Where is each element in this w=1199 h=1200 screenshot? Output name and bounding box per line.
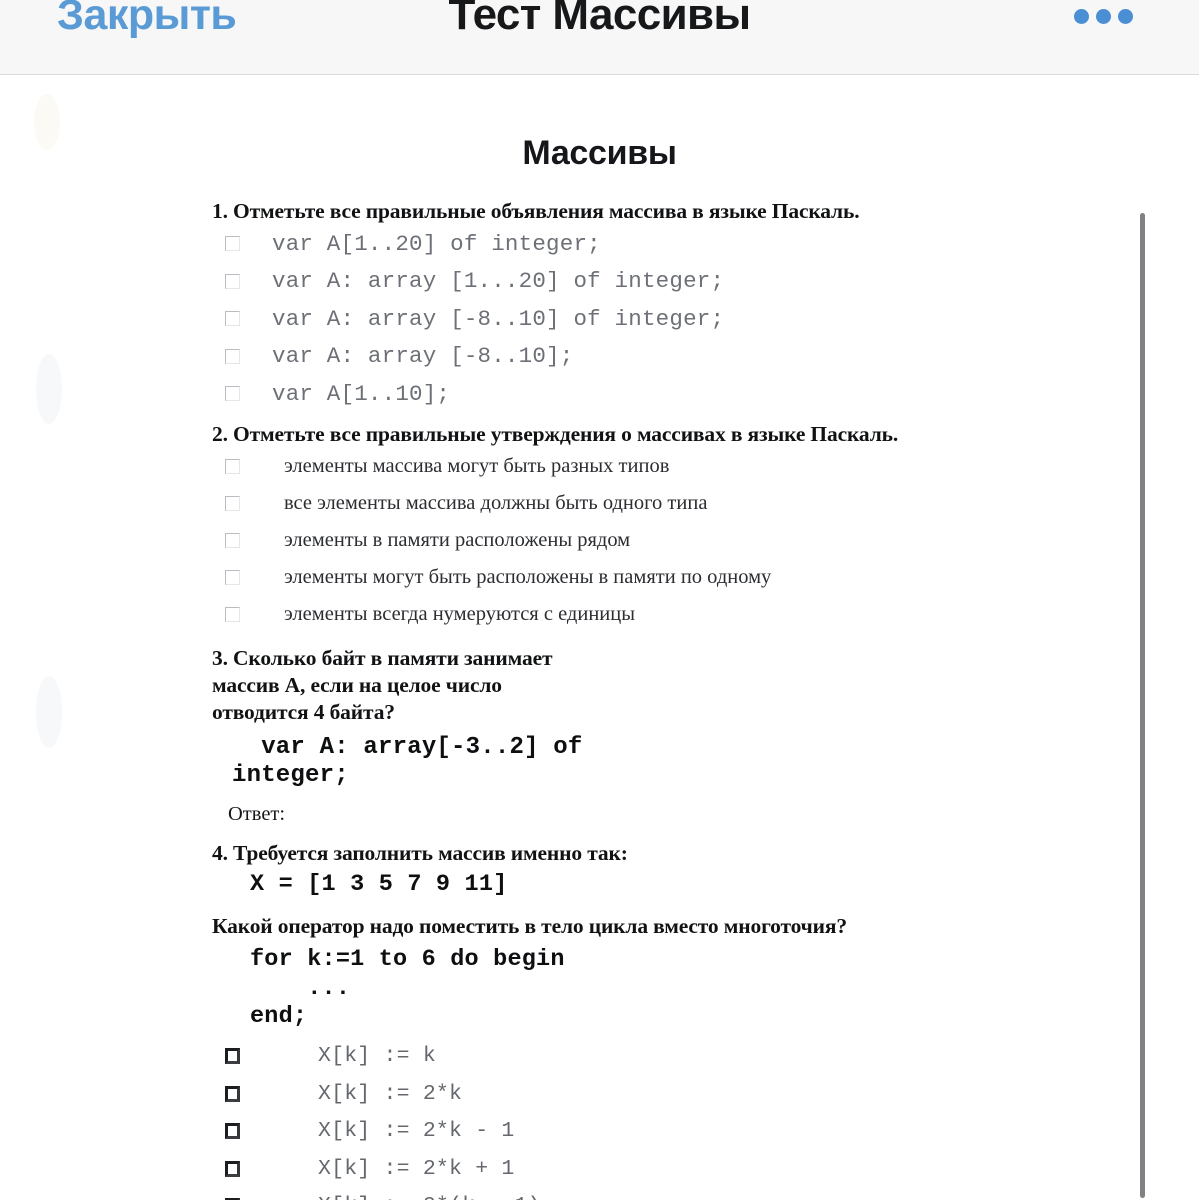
option-label: var A[1..20] of integer; (272, 230, 601, 257)
question-4-option-2[interactable]: X[k] := 2*k (212, 1075, 1199, 1113)
option-label: элементы в памяти расположены рядом (284, 528, 631, 551)
question-4-loop-code: for k:=1 to 6 do begin ... end; (250, 946, 565, 1030)
option-label: X[k] := k (318, 1044, 436, 1069)
option-label: var A: array [-8..10]; (272, 343, 574, 370)
question-1-option-2[interactable]: var A: array [1...20] of integer; (212, 263, 1199, 301)
question-1-option-1[interactable]: var A[1..20] of integer; (212, 225, 1199, 263)
question-3-answer-label[interactable]: Ответ: (228, 803, 1199, 826)
question-2-option-3[interactable]: элементы в памяти расположены рядом (212, 522, 1199, 559)
option-label: элементы всегда нумеруются с единицы (284, 602, 636, 625)
checkbox-icon[interactable] (225, 311, 240, 327)
question-2-text: 2. Отметьте все правильные утверждения о… (212, 421, 899, 446)
checkbox-icon[interactable] (225, 273, 240, 289)
questions-container: 1. Отметьте все правильные объявления ма… (0, 198, 1199, 1200)
checkbox-icon[interactable] (225, 1048, 240, 1065)
checkbox-icon[interactable] (225, 236, 240, 252)
option-label: var A[1..10]; (272, 380, 451, 407)
question-1-option-3[interactable]: var A: array [-8..10] of integer; (212, 300, 1199, 338)
question-2-option-2[interactable]: все элементы массива должны быть одного … (212, 485, 1199, 522)
question-2-option-4[interactable]: элементы могут быть расположены в памяти… (212, 559, 1199, 596)
question-4-text: 4. Требуется заполнить массив именно так… (212, 840, 628, 865)
vertical-scrollbar[interactable] (1140, 76, 1146, 1200)
checkbox-icon[interactable] (225, 386, 240, 402)
checkbox-icon[interactable] (225, 1085, 240, 1102)
option-label: X[k] := 2*(k - 1) (318, 1194, 541, 1200)
document-title: Массивы (522, 134, 677, 172)
option-label: все элементы массива должны быть одного … (284, 491, 708, 514)
question-1-option-4[interactable]: var A: array [-8..10]; (212, 338, 1199, 376)
ellipsis-icon-dot-3 (1118, 9, 1133, 24)
question-4-option-1[interactable]: X[k] := k (212, 1038, 1199, 1076)
checkbox-icon[interactable] (225, 1160, 240, 1177)
ellipsis-icon-dot-2 (1096, 9, 1111, 24)
question-4-array-sample: X = [1 3 5 7 9 11] (250, 870, 508, 898)
question-1-option-5[interactable]: var A[1..10]; (212, 375, 1199, 413)
checkbox-icon[interactable] (225, 532, 240, 548)
checkbox-icon[interactable] (225, 606, 240, 622)
checkbox-icon[interactable] (225, 569, 240, 585)
ellipsis-icon-dot-1 (1074, 9, 1089, 24)
more-options-button[interactable] (1070, 5, 1137, 28)
question-4-option-4[interactable]: X[k] := 2*k + 1 (212, 1150, 1199, 1188)
option-label: элементы могут быть расположены в памяти… (284, 565, 772, 588)
question-4-subtext: Какой оператор надо поместить в тело цик… (212, 914, 847, 938)
question-4-option-5[interactable]: X[k] := 2*(k - 1) (212, 1188, 1199, 1200)
question-2-option-5[interactable]: элементы всегда нумеруются с единицы (212, 596, 1199, 633)
question-1-text: 1. Отметьте все правильные объявления ма… (212, 199, 860, 223)
question-3-code-block: var A: array[-3..2] of integer; (232, 733, 583, 790)
option-label: элементы массива могут быть разных типов (284, 454, 670, 477)
option-label: var A: array [-8..10] of integer; (272, 305, 725, 332)
checkbox-icon[interactable] (225, 458, 240, 474)
document-scroll-viewport[interactable]: Массивы 1. Отметьте все правильные объяв… (0, 76, 1199, 1200)
question-2-option-1[interactable]: элементы массива могут быть разных типов (212, 448, 1199, 485)
option-label: X[k] := 2*k (318, 1081, 463, 1106)
option-label: X[k] := 2*k - 1 (318, 1119, 515, 1144)
question-4-option-3[interactable]: X[k] := 2*k - 1 (212, 1113, 1199, 1151)
checkbox-icon[interactable] (225, 495, 240, 511)
test-viewer-app: Закрыть Тест Массивы Массивы 1. Отметьте… (0, 0, 1199, 1200)
option-label: var A: array [1...20] of integer; (272, 268, 725, 295)
scrollbar-thumb[interactable] (1140, 213, 1145, 1198)
option-label: X[k] := 2*k + 1 (318, 1156, 515, 1181)
close-button[interactable]: Закрыть (57, 0, 237, 39)
checkbox-icon[interactable] (225, 1123, 240, 1140)
top-navigation-bar: Закрыть Тест Массивы (0, 0, 1199, 75)
question-3-text: 3. Сколько байт в памяти занимает массив… (212, 645, 553, 724)
document-sheet: Массивы 1. Отметьте все правильные объяв… (0, 76, 1199, 1200)
checkbox-icon[interactable] (225, 348, 240, 364)
